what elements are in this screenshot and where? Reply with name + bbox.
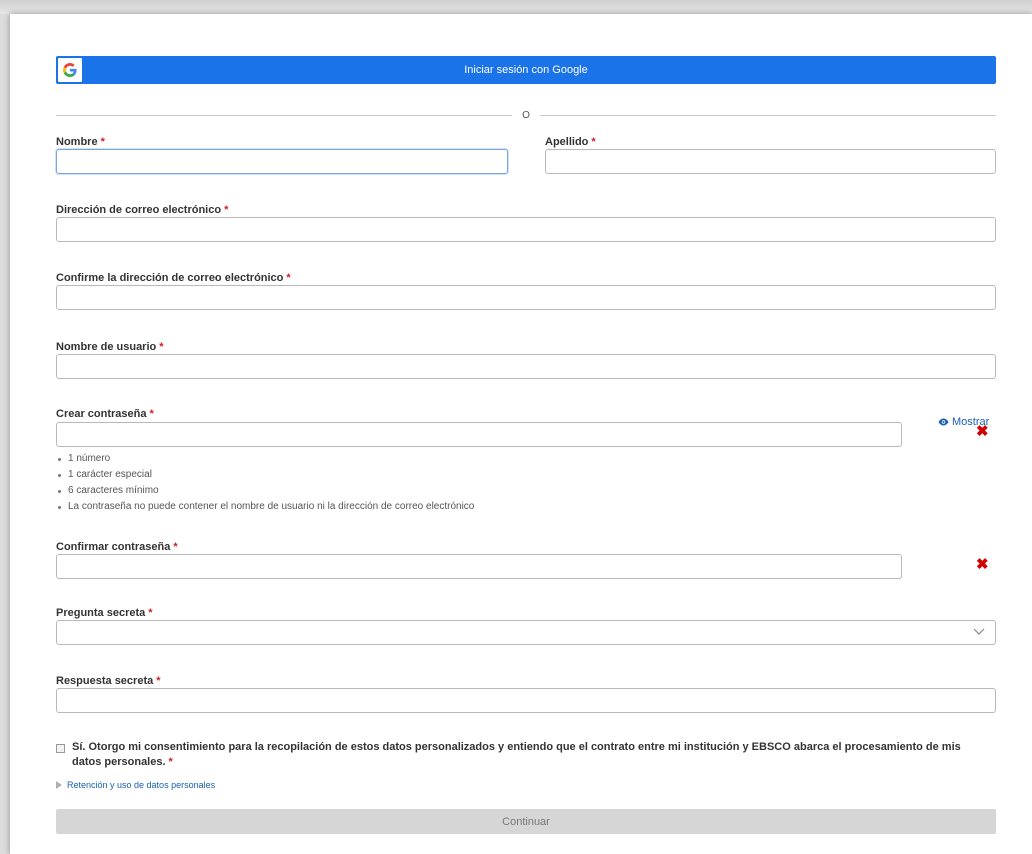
google-signin-button[interactable]: Iniciar sesión con Google	[56, 56, 996, 84]
last-name-label-text: Apellido	[545, 136, 589, 148]
first-name-input[interactable]	[56, 149, 508, 174]
username-input[interactable]	[56, 354, 996, 379]
google-g-icon	[58, 58, 82, 82]
chevron-down-icon	[973, 628, 985, 635]
required-mark: *	[168, 756, 173, 768]
secret-answer-label: Respuesta secreta *	[56, 675, 161, 687]
password-rule: 1 número	[56, 451, 476, 467]
password-rules-list: 1 número 1 carácter especial 6 caractere…	[56, 451, 476, 515]
required-mark: *	[224, 204, 229, 216]
username-label: Nombre de usuario *	[56, 341, 164, 353]
divider-line-left	[56, 114, 513, 116]
password-label: Crear contraseña *	[56, 408, 154, 420]
secret-question-select[interactable]	[56, 620, 996, 645]
retention-link[interactable]: Retención y uso de datos personales	[56, 780, 215, 790]
first-name-label: Nombre *	[56, 136, 105, 148]
email-confirm-input[interactable]	[56, 285, 996, 310]
password-confirm-input[interactable]	[56, 554, 902, 579]
retention-link-label: Retención y uso de datos personales	[67, 780, 216, 790]
required-mark: *	[156, 675, 161, 687]
password-label-text: Crear contraseña	[56, 408, 147, 420]
password-input[interactable]	[56, 422, 902, 447]
secret-answer-input[interactable]	[56, 688, 996, 713]
secret-answer-label-text: Respuesta secreta	[56, 675, 154, 687]
password-confirm-error-x-icon: ✖	[976, 556, 989, 573]
divider-text: O	[522, 109, 530, 121]
email-confirm-label-text: Confirme la dirección de correo electrón…	[56, 272, 284, 284]
password-confirm-label: Confirmar contraseña *	[56, 541, 178, 553]
password-error-x-icon: ✖	[976, 423, 989, 440]
consent-label: Sí. Otorgo mi consentimiento para la rec…	[72, 741, 961, 768]
eye-icon	[938, 418, 949, 426]
google-signin-label: Iniciar sesión con Google	[464, 64, 588, 76]
password-rule: 6 caracteres mínimo	[56, 483, 476, 499]
username-label-text: Nombre de usuario	[56, 341, 157, 353]
background-page	[0, 0, 1032, 14]
password-rule: 1 carácter especial	[56, 467, 476, 483]
email-label: Dirección de correo electrónico *	[56, 204, 228, 216]
required-mark: *	[173, 541, 178, 553]
required-mark: *	[159, 341, 164, 353]
expand-triangle-icon	[56, 781, 62, 789]
required-mark: *	[148, 607, 153, 619]
continue-label: Continuar	[502, 815, 550, 828]
required-mark: *	[149, 408, 154, 420]
last-name-input[interactable]	[545, 149, 996, 174]
secret-question-label-text: Pregunta secreta	[56, 607, 146, 619]
or-divider: O	[56, 108, 996, 122]
email-label-text: Dirección de correo electrónico	[56, 204, 222, 216]
email-input[interactable]	[56, 217, 996, 242]
continue-button[interactable]: Continuar	[56, 809, 996, 834]
email-confirm-label: Confirme la dirección de correo electrón…	[56, 272, 291, 284]
password-rule: La contraseña no puede contener el nombr…	[56, 499, 476, 515]
last-name-label: Apellido *	[545, 136, 596, 148]
secret-question-label: Pregunta secreta *	[56, 607, 153, 619]
divider-line-right	[539, 114, 996, 116]
first-name-label-text: Nombre	[56, 136, 98, 148]
required-mark: *	[591, 136, 596, 148]
consent-checkbox[interactable]	[56, 744, 65, 753]
registration-form: Iniciar sesión con Google O Nombre * Apel…	[10, 14, 1032, 854]
required-mark: *	[100, 136, 105, 148]
consent-text: Sí. Otorgo mi consentimiento para la rec…	[72, 740, 987, 770]
required-mark: *	[286, 272, 291, 284]
password-confirm-label-text: Confirmar contraseña	[56, 541, 171, 553]
